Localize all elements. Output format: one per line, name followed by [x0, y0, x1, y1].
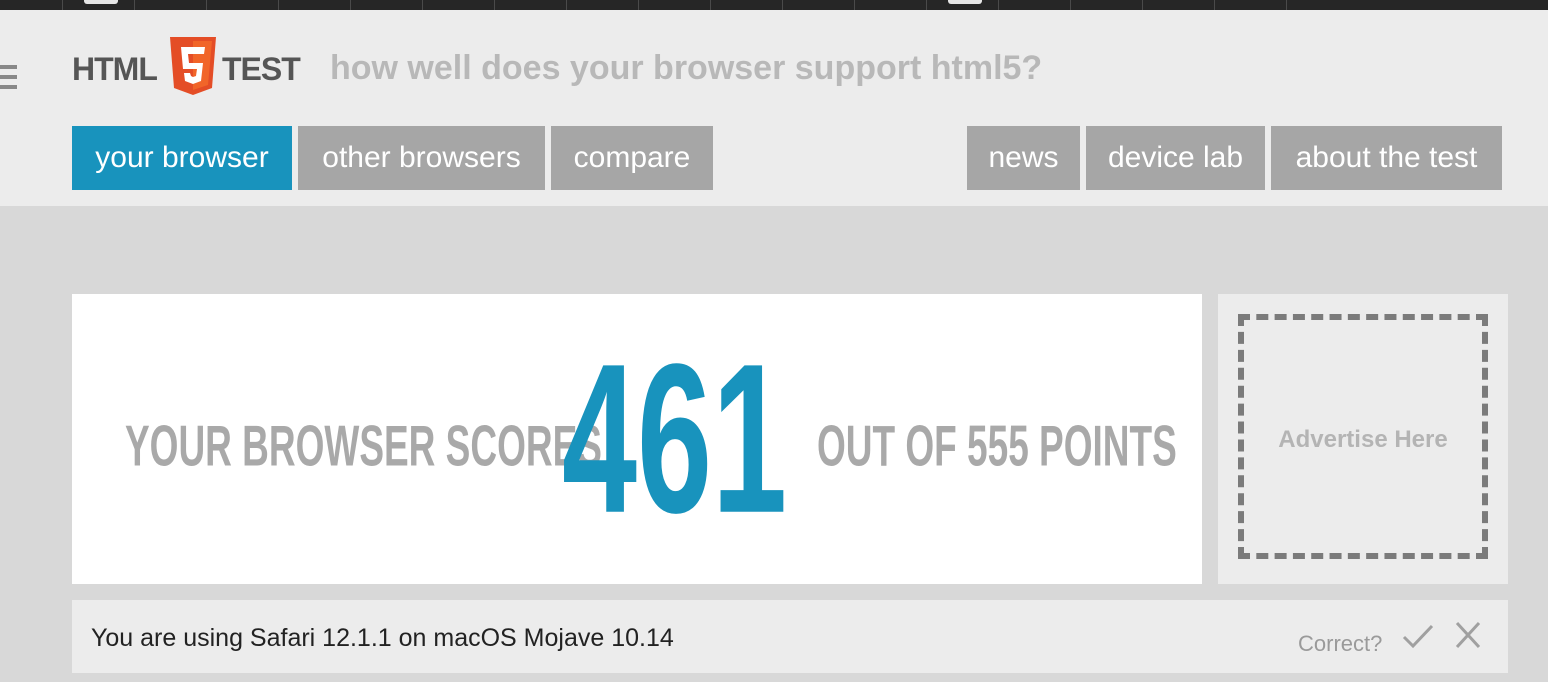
top-strip-divider: [206, 0, 207, 10]
browser-info-text: You are using Safari 12.1.1 on macOS Moj…: [91, 624, 674, 652]
correct-question-label: Correct?: [1298, 631, 1383, 656]
top-strip-divider: [710, 0, 711, 10]
top-strip-divider: [782, 0, 783, 10]
score-prefix-text: YOUR BROWSER SCORES: [125, 413, 602, 479]
top-strip-divider: [854, 0, 855, 10]
advertise-here-label: Advertise Here: [1278, 426, 1448, 453]
score-suffix-text: OUT OF 555 POINTS: [817, 413, 1177, 479]
top-strip-divider: [62, 0, 63, 10]
top-strip-divider: [278, 0, 279, 10]
score-value: 461: [562, 320, 788, 558]
top-strip-divider: [1070, 0, 1071, 10]
checkmark-icon[interactable]: [1401, 622, 1435, 652]
top-strip-tab: [84, 0, 118, 4]
hamburger-menu-icon[interactable]: [0, 65, 18, 89]
top-strip-divider: [998, 0, 999, 10]
top-strip-divider: [350, 0, 351, 10]
html5-shield-icon: [170, 37, 216, 95]
top-strip-divider: [134, 0, 135, 10]
top-strip-divider: [926, 0, 927, 10]
top-strip-divider: [1286, 0, 1287, 10]
top-strip-divider: [566, 0, 567, 10]
top-strip-divider: [638, 0, 639, 10]
top-strip-tab: [948, 0, 982, 4]
nav-tab-news[interactable]: news: [967, 126, 1080, 190]
nav-tab-other-browsers[interactable]: other browsers: [298, 126, 545, 190]
score-panel: YOUR BROWSER SCORES 461 OUT OF 555 POINT…: [72, 294, 1202, 584]
top-strip-divider: [422, 0, 423, 10]
nav-tab-compare[interactable]: compare: [551, 126, 713, 190]
site-header: HTML TEST how well does your browser sup…: [0, 10, 1548, 206]
nav-tab-device-lab[interactable]: device lab: [1086, 126, 1265, 190]
top-strip-divider: [1142, 0, 1143, 10]
browser-top-strip: [0, 0, 1548, 10]
browser-info-bar: You are using Safari 12.1.1 on macOS Moj…: [72, 600, 1508, 673]
close-icon[interactable]: [1454, 620, 1482, 650]
site-tagline: how well does your browser support html5…: [330, 49, 1043, 87]
nav-tab-your-browser[interactable]: your browser: [72, 126, 292, 190]
logo-text-html: HTML: [72, 51, 158, 87]
nav-tab-about-the-test[interactable]: about the test: [1271, 126, 1502, 190]
advertisement-panel[interactable]: Advertise Here: [1218, 294, 1508, 584]
top-strip-divider: [1214, 0, 1215, 10]
logo-text-test: TEST: [222, 51, 301, 87]
top-strip-divider: [494, 0, 495, 10]
